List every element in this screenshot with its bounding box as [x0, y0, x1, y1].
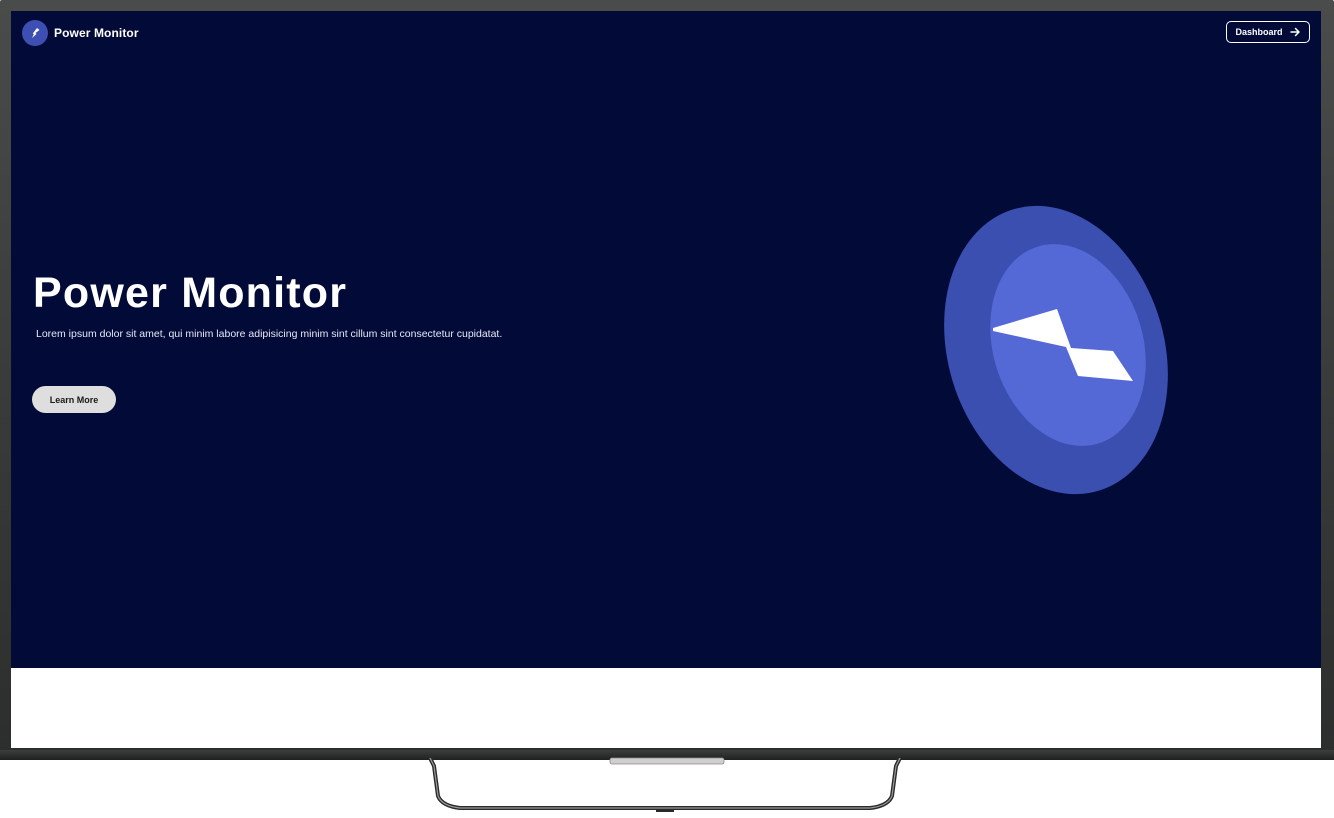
- power-bolt-disc-icon: [944, 205, 1168, 495]
- dashboard-button[interactable]: Dashboard: [1226, 21, 1310, 43]
- content-area: [11, 668, 1321, 748]
- bolt-icon: [22, 20, 48, 46]
- screen: Power Monitor Dashboard Power Monitor Lo…: [11, 11, 1321, 748]
- learn-more-button[interactable]: Learn More: [32, 386, 116, 413]
- hero-title: Power Monitor: [33, 269, 348, 317]
- hero-subtitle: Lorem ipsum dolor sit amet, qui minim la…: [36, 328, 503, 340]
- navbar: Power Monitor Dashboard: [11, 11, 1321, 55]
- brand-name: Power Monitor: [54, 26, 139, 40]
- arrow-right-icon: [1289, 27, 1300, 37]
- brand[interactable]: Power Monitor: [22, 20, 139, 46]
- dashboard-button-label: Dashboard: [1235, 27, 1283, 37]
- tv-stand: [428, 757, 902, 812]
